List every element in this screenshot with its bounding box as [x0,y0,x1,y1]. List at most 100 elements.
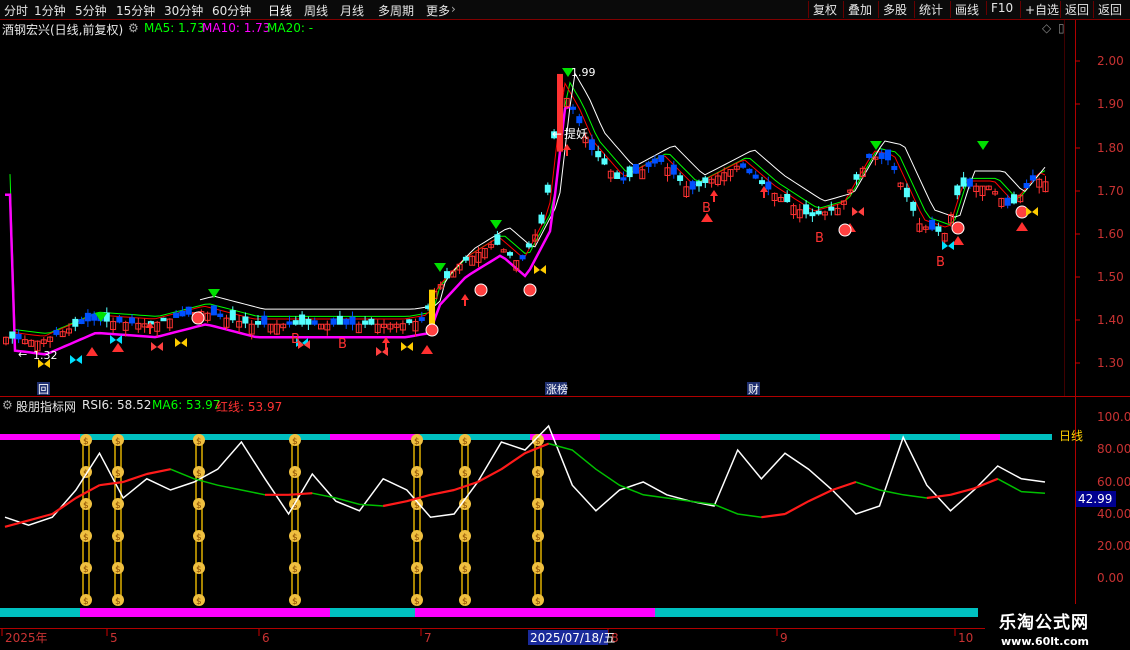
butterfly-icon [401,342,413,351]
money-bag-icon: $ [292,565,298,575]
band-segment [960,434,1000,440]
candle-body [696,181,702,187]
money-bag-icon: $ [115,437,121,447]
coin-icon [523,283,537,297]
money-bag-icon: $ [462,533,468,543]
candle-body [765,181,772,190]
price-axis: 2.00 1.90 1.80 1.70 1.60 1.50 1.40 1.30 [1075,54,1124,370]
money-bag-icon: $ [83,565,89,575]
candle-body [15,333,22,340]
sell-triangle-icon [490,220,502,229]
candle-body [784,193,791,203]
band-segment [415,608,655,617]
money-bag-icon: $ [462,437,468,447]
flag-finance[interactable]: 财 [748,382,759,396]
ma5-label: MA5: 1.73 [144,21,205,35]
price-label: 1.70 [1097,184,1124,198]
band-segment [0,608,80,617]
candle-body [286,321,293,325]
candle-body [1004,197,1011,206]
money-bag-icon: $ [196,501,202,511]
candle-body [336,315,343,325]
candle-body [803,204,810,215]
candle-body [614,172,621,179]
price-label: 1.60 [1097,227,1124,241]
kline-canvas[interactable]: 2.00 1.90 1.80 1.70 1.60 1.50 1.40 1.30 … [0,0,1130,650]
price-label: 1.40 [1097,313,1124,327]
series-line-red [4,442,999,528]
money-bag-icon: $ [115,469,121,479]
candle-body [828,206,835,211]
coin-icon [951,221,965,235]
coin-icon [838,223,852,237]
candle-body [418,317,425,321]
time-label: 2025年 [5,631,48,645]
ma10-label: MA10: 1.73 [202,21,271,35]
band-segment [600,434,660,440]
settings-gear-icon[interactable]: ⚙ [128,21,139,35]
money-bag-icon: $ [196,565,202,575]
candle-body [292,320,299,325]
event-arrow-icon: ← [552,127,562,141]
time-label: 10 [958,631,973,645]
time-label: 9 [780,631,788,645]
money-bag-icon: $ [535,533,541,543]
band-segment [720,434,820,440]
sell-triangle-icon [977,141,989,150]
band-segment [655,608,978,617]
money-bag-icon: $ [535,565,541,575]
candle-body [960,177,967,187]
diamond-icon[interactable]: ◇ [1042,21,1051,35]
time-axis: 2025年 5 6 7 8 9 10 2025/07/18/五 [1,629,973,645]
flag-review[interactable]: 回 [38,383,49,396]
axis-label: 40.00 [1097,507,1130,521]
candle-body [702,177,709,184]
candle-body [494,234,501,245]
red-line-label: 红线: 53.97 [216,400,283,414]
money-bag-icon: $ [535,501,541,511]
money-bag-icon: $ [414,469,420,479]
candle-body [645,162,652,167]
butterfly-icon [151,342,163,351]
candle-body [368,318,375,325]
axis-label: 80.00 [1097,442,1130,456]
price-label: 2.00 [1097,54,1124,68]
money-bag-icon: $ [83,501,89,511]
butterfly-icon [1026,207,1038,216]
time-label: 7 [424,631,432,645]
candle-body [84,312,91,322]
stock-title: 酒钢宏兴(日线,前复权) [2,23,124,37]
money-bag-columns: $$$$$$$$$$$$$$$$$$$$$$$$$$$$$$$$$$$$$$$$… [80,434,544,607]
candle-body [677,175,684,181]
candle-body [689,181,696,190]
panel-toggle-icon[interactable]: ▯ [1058,21,1065,35]
candle-body [406,319,413,324]
band-segment [80,608,330,617]
candle-body [330,318,337,325]
candle-body [210,305,217,316]
candle-body [570,106,576,110]
butterfly-icon [852,207,864,216]
money-bag-icon: $ [115,597,121,607]
candle-body [670,164,677,175]
ma-white-line [199,72,1046,310]
candle-body [9,331,16,339]
candle-body [935,226,942,232]
candle-body [305,318,312,325]
candle-body [185,306,192,315]
indicator-title: 股朋指标网 [16,400,77,414]
series-line-rsi6 [4,424,1046,526]
butterfly-icon [942,241,954,250]
candle-body [217,313,224,317]
flag-top-gainers[interactable]: 涨榜 [546,382,568,396]
candle-body [242,316,249,324]
money-bag-icon: $ [115,533,121,543]
candle-body [255,320,261,325]
settings-gear-icon[interactable]: ⚙ [2,398,13,412]
money-bag-icon: $ [292,533,298,543]
low-annotation: 1.32 [33,349,58,362]
candle-body [343,318,350,325]
high-annotation: 1.99 [571,66,596,79]
event-marker: 提妖 [564,126,588,141]
band-segment [0,434,80,440]
